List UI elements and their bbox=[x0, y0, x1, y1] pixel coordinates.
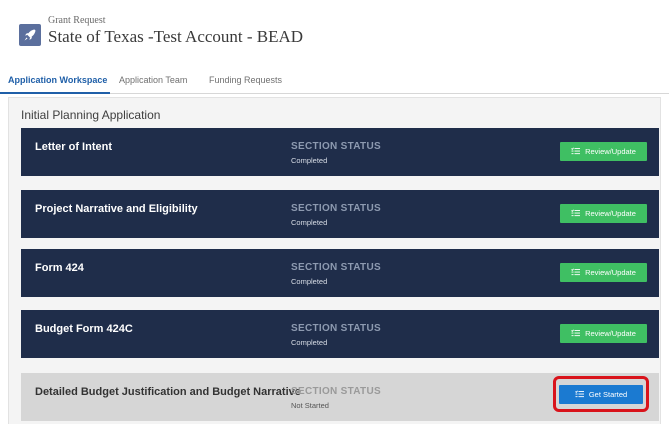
section-status-value: Completed bbox=[291, 277, 328, 286]
tab-application-team[interactable]: Application Team bbox=[119, 75, 187, 85]
checklist-icon bbox=[571, 329, 581, 339]
page-header: Grant Request State of Texas -Test Accou… bbox=[0, 0, 669, 66]
section-letter-of-intent: Letter of Intent SECTION STATUS Complete… bbox=[21, 128, 659, 176]
rocket-icon bbox=[19, 24, 41, 46]
section-form-424: Form 424 SECTION STATUS Completed Review… bbox=[21, 249, 659, 297]
page-title: State of Texas -Test Account - BEAD bbox=[48, 27, 304, 46]
section-name: Budget Form 424C bbox=[35, 323, 133, 335]
section-status-label: SECTION STATUS bbox=[291, 141, 381, 152]
workspace-title: Initial Planning Application bbox=[21, 108, 161, 122]
section-status-label: SECTION STATUS bbox=[291, 203, 381, 214]
button-label: Review/Update bbox=[585, 268, 636, 277]
active-tab-indicator bbox=[0, 92, 110, 94]
button-label: Review/Update bbox=[585, 209, 636, 218]
checklist-icon bbox=[571, 147, 581, 157]
section-detailed-budget-justification: Detailed Budget Justification and Budget… bbox=[21, 373, 659, 421]
section-budget-form-424c: Budget Form 424C SECTION STATUS Complete… bbox=[21, 310, 659, 358]
review-update-button[interactable]: Review/Update bbox=[560, 142, 647, 161]
section-status-label: SECTION STATUS bbox=[291, 262, 381, 273]
highlight-box bbox=[553, 376, 649, 412]
tab-bar: Application Workspace Application Team F… bbox=[0, 66, 669, 94]
section-project-narrative: Project Narrative and Eligibility SECTIO… bbox=[21, 190, 659, 238]
section-status-value: Not Started bbox=[291, 401, 329, 410]
section-name: Detailed Budget Justification and Budget… bbox=[35, 386, 301, 398]
button-label: Review/Update bbox=[585, 147, 636, 156]
section-name: Project Narrative and Eligibility bbox=[35, 203, 198, 215]
section-status-label: SECTION STATUS bbox=[291, 386, 381, 397]
review-update-button[interactable]: Review/Update bbox=[560, 204, 647, 223]
section-status-value: Completed bbox=[291, 218, 328, 227]
review-update-button[interactable]: Review/Update bbox=[560, 324, 647, 343]
button-label: Review/Update bbox=[585, 329, 636, 338]
header-subtitle: Grant Request bbox=[48, 15, 106, 26]
checklist-icon bbox=[571, 209, 581, 219]
section-name: Form 424 bbox=[35, 262, 84, 274]
checklist-icon bbox=[571, 268, 581, 278]
section-status-value: Completed bbox=[291, 156, 328, 165]
tab-application-workspace[interactable]: Application Workspace bbox=[8, 75, 107, 85]
section-name: Letter of Intent bbox=[35, 141, 112, 153]
section-status-label: SECTION STATUS bbox=[291, 323, 381, 334]
review-update-button[interactable]: Review/Update bbox=[560, 263, 647, 282]
section-status-value: Completed bbox=[291, 338, 328, 347]
tab-funding-requests[interactable]: Funding Requests bbox=[209, 75, 282, 85]
